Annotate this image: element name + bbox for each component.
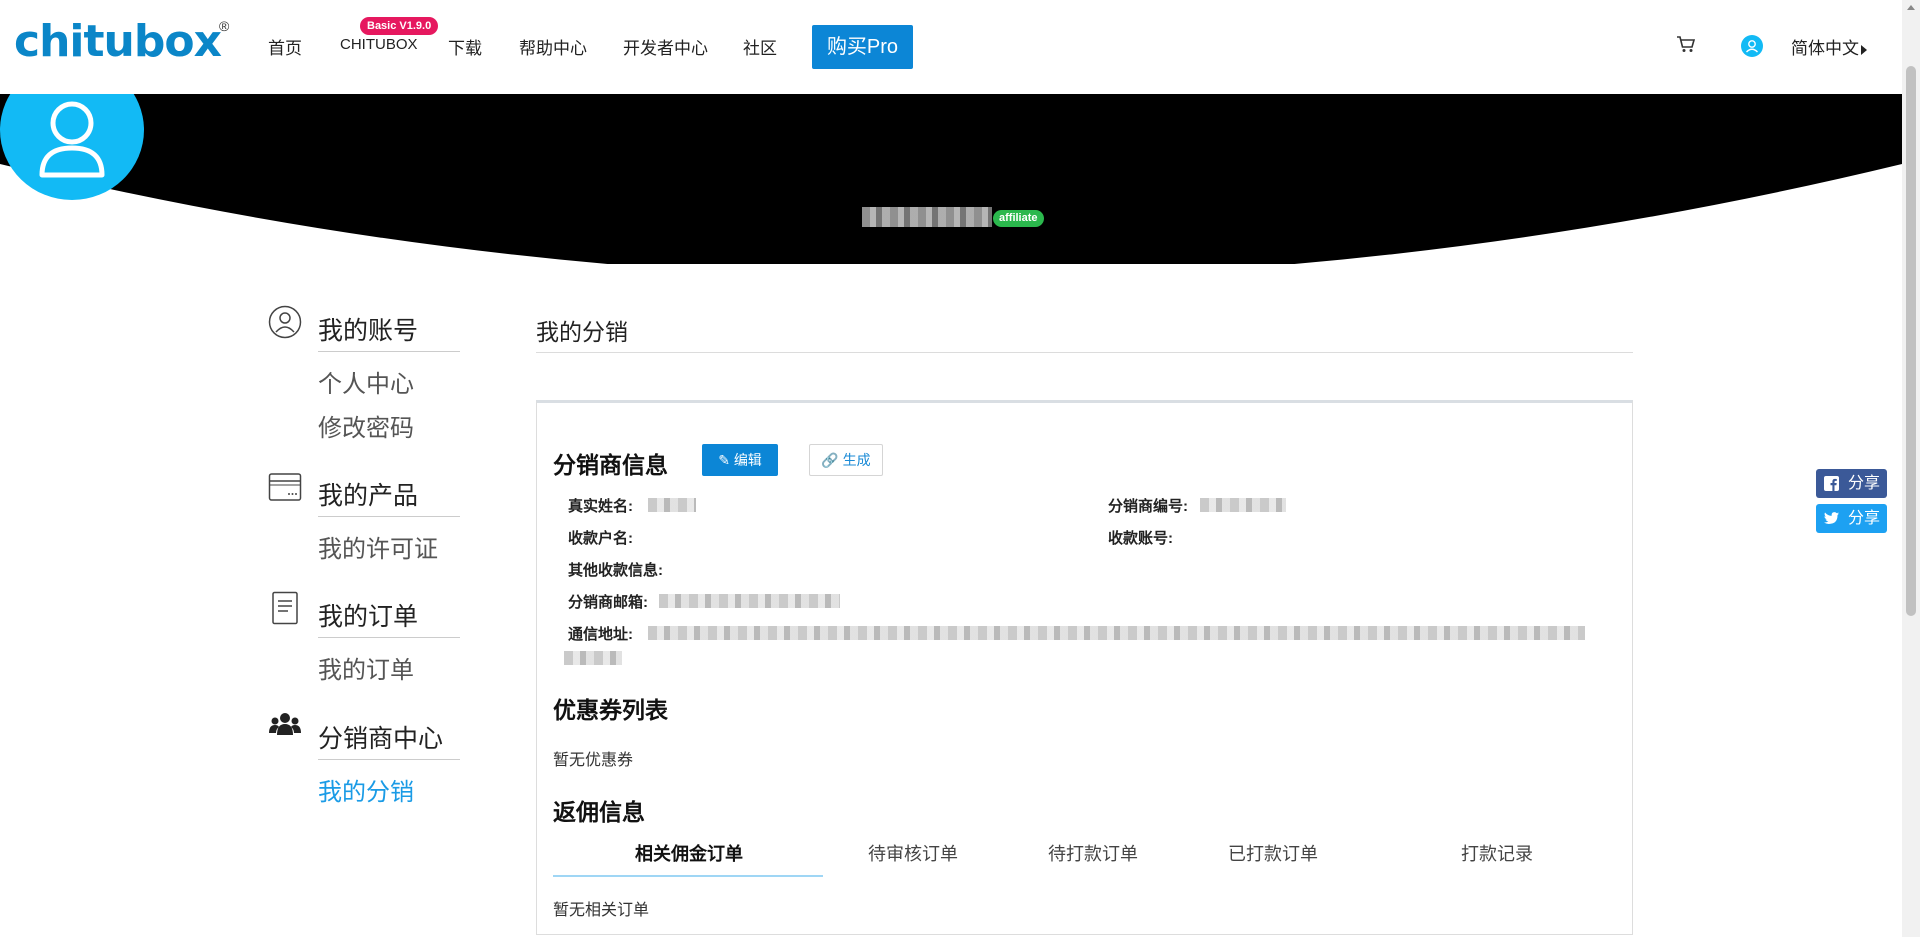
users-group-icon [269, 713, 301, 735]
chitubox-logo[interactable]: chitubox ® [14, 16, 229, 67]
page-title: 我的分销 [536, 319, 628, 345]
facebook-icon [1824, 476, 1839, 491]
product-card-icon [268, 473, 302, 501]
version-badge: Basic V1.9.0 [360, 17, 439, 35]
label-address: 通信地址: [568, 626, 633, 643]
rebate-tabs: 相关佣金订单 待审核订单 待打款订单 已打款订单 打款记录 [553, 840, 1613, 880]
edit-icon: ✎ [718, 452, 730, 468]
tab-payment-records[interactable]: 打款记录 [1461, 840, 1533, 866]
divider [318, 351, 460, 352]
sidebar-item-change-password[interactable]: 修改密码 [318, 408, 414, 443]
tab-pending-payment[interactable]: 待打款订单 [1048, 840, 1138, 866]
generate-button-label: 生成 [842, 452, 871, 468]
logo-registered: ® [219, 18, 230, 34]
twitter-share-label: 分享 [1848, 510, 1881, 527]
nav-home[interactable]: 首页 [268, 34, 302, 59]
nav-download[interactable]: 下载 [448, 34, 482, 59]
nav-community[interactable]: 社区 [743, 34, 777, 59]
buy-pro-button[interactable]: 购买Pro [812, 25, 913, 69]
logo-text-a: chitu [14, 16, 135, 67]
sidebar-item-licenses[interactable]: 我的许可证 [318, 529, 438, 564]
page-scrollbar[interactable] [1902, 0, 1920, 937]
twitter-share-button[interactable]: 分享 [1816, 504, 1887, 533]
real-name-redacted [648, 498, 696, 512]
nav-chitubox[interactable]: CHITUBOX [340, 36, 418, 53]
sidebar-item-my-orders[interactable]: 我的订单 [318, 650, 414, 685]
coupon-empty-text: 暂无优惠券 [553, 752, 634, 769]
scroll-up-icon[interactable] [1907, 5, 1915, 10]
rebate-empty-text: 暂无相关订单 [553, 902, 650, 919]
divider [536, 352, 1633, 353]
banner-curve [0, 94, 1902, 264]
sidebar-heading-distributor: 分销商中心 [318, 725, 444, 753]
profile-avatar-icon[interactable] [0, 94, 144, 200]
profile-banner [0, 94, 1902, 264]
label-email: 分销商邮箱: [568, 594, 648, 611]
link-icon: 🔗 [821, 452, 839, 468]
user-avatar-icon[interactable] [1741, 35, 1763, 57]
label-other-info: 其他收款信息: [568, 562, 663, 579]
document-icon [272, 591, 298, 625]
active-tab-indicator [553, 875, 823, 877]
coupon-list-title: 优惠券列表 [553, 697, 668, 723]
sidebar-item-my-distribution[interactable]: 我的分销 [318, 772, 414, 807]
facebook-share-button[interactable]: 分享 [1816, 469, 1887, 498]
sidebar-heading-products: 我的产品 [318, 482, 419, 510]
top-header: chitubox ® 首页 CHITUBOX Basic V1.9.0 下载 帮… [0, 0, 1902, 94]
username-redacted [862, 207, 992, 227]
distributor-no-redacted [1200, 498, 1286, 512]
nav-help-center[interactable]: 帮助中心 [519, 34, 587, 59]
language-label: 简体中文 [1791, 39, 1859, 58]
twitter-icon [1824, 512, 1839, 524]
distribution-card: 分销商信息 ✎ 编辑 🔗 生成 真实姓名: 分销商编号: 收款户名: 收款账号:… [536, 400, 1633, 935]
sidebar-heading-orders: 我的订单 [318, 603, 419, 631]
tab-paid-orders[interactable]: 已打款订单 [1228, 840, 1318, 866]
caret-right-icon [1861, 44, 1867, 55]
edit-button[interactable]: ✎ 编辑 [702, 444, 778, 476]
sidebar-heading-account: 我的账号 [318, 317, 419, 345]
divider [318, 759, 460, 760]
label-distributor-no: 分销商编号: [1108, 498, 1188, 515]
divider [318, 516, 460, 517]
rebate-info-title: 返佣信息 [553, 799, 645, 825]
cart-icon[interactable] [1676, 34, 1696, 54]
affiliate-badge: affiliate [993, 210, 1044, 227]
address-redacted [648, 626, 1585, 640]
tab-commission-orders[interactable]: 相关佣金订单 [635, 840, 743, 866]
label-account-name: 收款户名: [568, 530, 633, 547]
nav-developer-center[interactable]: 开发者中心 [623, 34, 708, 59]
label-account-no: 收款账号: [1108, 530, 1173, 547]
distributor-info-title: 分销商信息 [553, 452, 668, 478]
facebook-share-label: 分享 [1848, 475, 1881, 492]
label-real-name: 真实姓名: [568, 498, 633, 515]
logo-wordmark: chitubox [14, 16, 222, 67]
language-selector[interactable]: 简体中文 [1791, 34, 1867, 59]
user-circle-icon [268, 305, 302, 339]
generate-button[interactable]: 🔗 生成 [809, 444, 883, 476]
user-icon [1746, 40, 1758, 53]
logo-text-b: box [133, 16, 222, 67]
edit-button-label: 编辑 [733, 452, 762, 468]
tab-pending-review[interactable]: 待审核订单 [868, 840, 958, 866]
scrollbar-thumb[interactable] [1906, 66, 1916, 616]
sidebar-item-personal-center[interactable]: 个人中心 [318, 364, 414, 399]
email-redacted [659, 594, 840, 608]
address-redacted-line2 [564, 651, 622, 665]
divider [318, 637, 460, 638]
